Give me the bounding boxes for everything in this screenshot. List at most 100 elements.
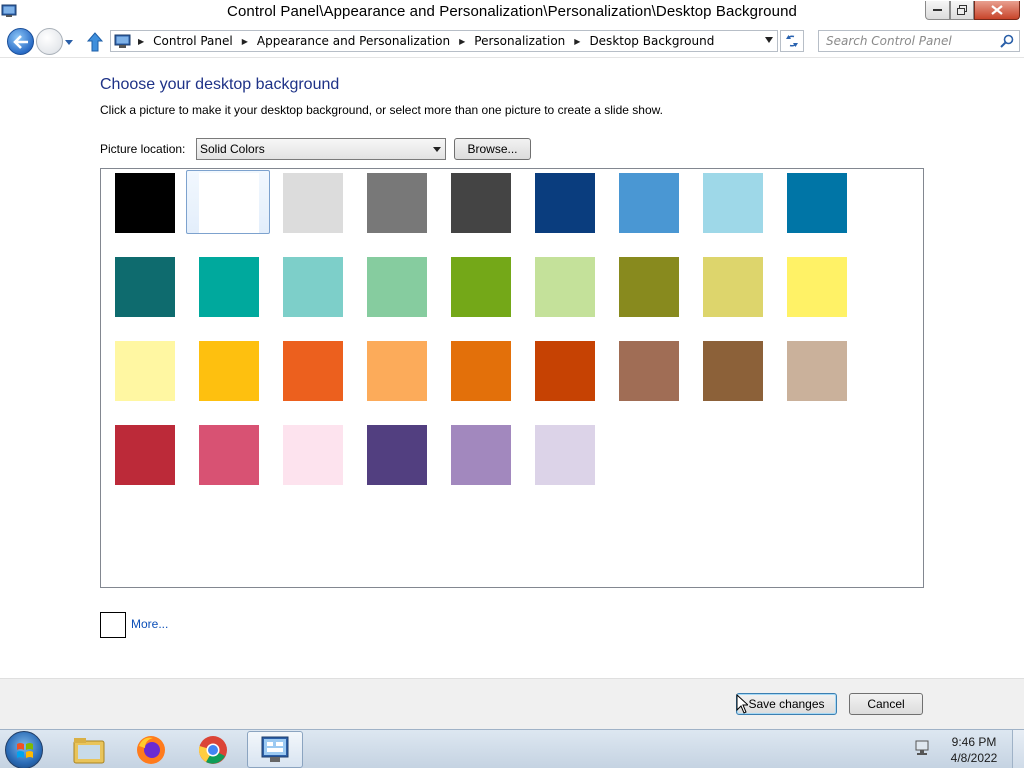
minimize-button[interactable] bbox=[925, 1, 950, 20]
color-swatch-fill bbox=[703, 257, 763, 317]
taskbar-firefox[interactable] bbox=[123, 731, 179, 768]
color-swatch[interactable] bbox=[102, 338, 186, 402]
restore-button[interactable] bbox=[950, 1, 974, 20]
back-button[interactable] bbox=[7, 28, 34, 55]
clock-time: 9:46 PM bbox=[951, 735, 997, 749]
breadcrumb-appearance[interactable]: Appearance and Personalization bbox=[257, 34, 450, 48]
refresh-icon bbox=[786, 35, 798, 47]
color-swatch[interactable] bbox=[606, 170, 690, 234]
taskbar-control-panel[interactable] bbox=[247, 731, 303, 768]
color-swatch-fill bbox=[451, 341, 511, 401]
color-swatch-fill bbox=[787, 257, 847, 317]
color-swatch[interactable] bbox=[270, 170, 354, 234]
window-title: Control Panel\Appearance and Personaliza… bbox=[227, 3, 797, 20]
color-swatch[interactable] bbox=[354, 254, 438, 318]
main-content: Choose your desktop background Click a p… bbox=[0, 59, 1024, 678]
more-color-preview[interactable] bbox=[100, 612, 126, 638]
network-icon[interactable] bbox=[914, 740, 932, 756]
forward-button[interactable] bbox=[36, 28, 63, 55]
refresh-button[interactable] bbox=[780, 30, 804, 52]
breadcrumb-desktop-background[interactable]: Desktop Background bbox=[589, 34, 714, 48]
color-swatch[interactable] bbox=[186, 422, 270, 486]
color-swatch[interactable] bbox=[438, 170, 522, 234]
color-swatch[interactable] bbox=[102, 254, 186, 318]
taskbar: 9:46 PM 4/8/2022 bbox=[0, 729, 1024, 768]
close-icon bbox=[991, 5, 1003, 15]
color-swatch-fill bbox=[283, 173, 343, 233]
color-swatch[interactable] bbox=[354, 170, 438, 234]
color-swatch[interactable] bbox=[774, 254, 858, 318]
color-swatch[interactable] bbox=[270, 422, 354, 486]
color-swatch-fill bbox=[283, 341, 343, 401]
recent-pages-dropdown-icon[interactable] bbox=[64, 38, 74, 46]
color-swatch-fill bbox=[619, 257, 679, 317]
breadcrumb-personalization[interactable]: Personalization bbox=[474, 34, 565, 48]
color-swatch[interactable] bbox=[102, 170, 186, 234]
color-swatch-fill bbox=[787, 173, 847, 233]
start-button[interactable] bbox=[5, 731, 43, 768]
color-swatch[interactable] bbox=[522, 338, 606, 402]
search-input[interactable]: Search Control Panel bbox=[818, 30, 1020, 52]
color-swatch[interactable] bbox=[522, 422, 606, 486]
folder-icon bbox=[73, 737, 105, 763]
restore-icon bbox=[956, 5, 967, 15]
up-arrow-icon[interactable] bbox=[86, 32, 104, 52]
color-swatch[interactable] bbox=[102, 422, 186, 486]
color-swatch[interactable] bbox=[774, 170, 858, 234]
dialog-footer: Save changes Cancel bbox=[0, 678, 1024, 729]
color-swatch[interactable] bbox=[774, 338, 858, 402]
color-swatch-fill bbox=[283, 257, 343, 317]
color-swatch[interactable] bbox=[438, 338, 522, 402]
color-swatch[interactable] bbox=[690, 170, 774, 234]
color-swatch[interactable] bbox=[438, 254, 522, 318]
color-swatch-fill bbox=[535, 257, 595, 317]
color-swatch[interactable] bbox=[522, 254, 606, 318]
taskbar-chrome[interactable] bbox=[185, 731, 241, 768]
color-swatch[interactable] bbox=[186, 338, 270, 402]
system-clock[interactable]: 9:46 PM 4/8/2022 bbox=[944, 734, 1004, 766]
color-swatch-fill bbox=[115, 257, 175, 317]
address-bar[interactable]: ▶ Control Panel ▶ Appearance and Persona… bbox=[110, 30, 778, 52]
breadcrumb-separator-icon[interactable]: ▶ bbox=[574, 37, 580, 46]
breadcrumb-separator-icon[interactable]: ▶ bbox=[242, 37, 248, 46]
address-dropdown-icon[interactable] bbox=[765, 37, 773, 43]
color-swatch[interactable] bbox=[522, 170, 606, 234]
close-button[interactable] bbox=[974, 1, 1020, 20]
color-swatch-fill bbox=[199, 425, 259, 485]
show-desktop-button[interactable] bbox=[1012, 730, 1024, 768]
color-swatch-fill bbox=[283, 425, 343, 485]
color-swatch-fill bbox=[115, 425, 175, 485]
picture-location-dropdown[interactable]: Solid Colors bbox=[196, 138, 446, 160]
color-swatch[interactable] bbox=[438, 422, 522, 486]
color-swatch[interactable] bbox=[690, 338, 774, 402]
color-swatch[interactable] bbox=[186, 170, 270, 234]
color-swatch-fill bbox=[619, 173, 679, 233]
control-panel-icon bbox=[261, 736, 289, 762]
browse-button[interactable]: Browse... bbox=[454, 138, 531, 160]
windows-logo-icon bbox=[17, 743, 33, 758]
page-title: Choose your desktop background bbox=[100, 76, 340, 93]
search-icon[interactable] bbox=[1000, 34, 1014, 48]
color-swatch[interactable] bbox=[606, 254, 690, 318]
breadcrumb-separator-icon[interactable]: ▶ bbox=[459, 37, 465, 46]
breadcrumb-separator-icon[interactable]: ▶ bbox=[138, 37, 144, 46]
color-swatch[interactable] bbox=[270, 254, 354, 318]
color-swatch[interactable] bbox=[186, 254, 270, 318]
cancel-button[interactable]: Cancel bbox=[849, 693, 923, 715]
taskbar-explorer[interactable] bbox=[61, 731, 117, 768]
color-swatch[interactable] bbox=[270, 338, 354, 402]
color-swatch[interactable] bbox=[606, 338, 690, 402]
color-swatch-fill bbox=[115, 173, 175, 233]
color-swatch-fill bbox=[535, 173, 595, 233]
search-placeholder: Search Control Panel bbox=[826, 34, 952, 48]
color-swatch[interactable] bbox=[354, 422, 438, 486]
more-colors-link[interactable]: More... bbox=[131, 617, 168, 631]
save-changes-button[interactable]: Save changes bbox=[736, 693, 837, 715]
navigation-bar: ▶ Control Panel ▶ Appearance and Persona… bbox=[0, 24, 1024, 58]
color-swatch-fill bbox=[199, 257, 259, 317]
color-swatch-fill bbox=[451, 257, 511, 317]
color-swatch[interactable] bbox=[690, 254, 774, 318]
color-swatch-fill bbox=[451, 173, 511, 233]
color-swatch[interactable] bbox=[354, 338, 438, 402]
breadcrumb-control-panel[interactable]: Control Panel bbox=[153, 34, 233, 48]
